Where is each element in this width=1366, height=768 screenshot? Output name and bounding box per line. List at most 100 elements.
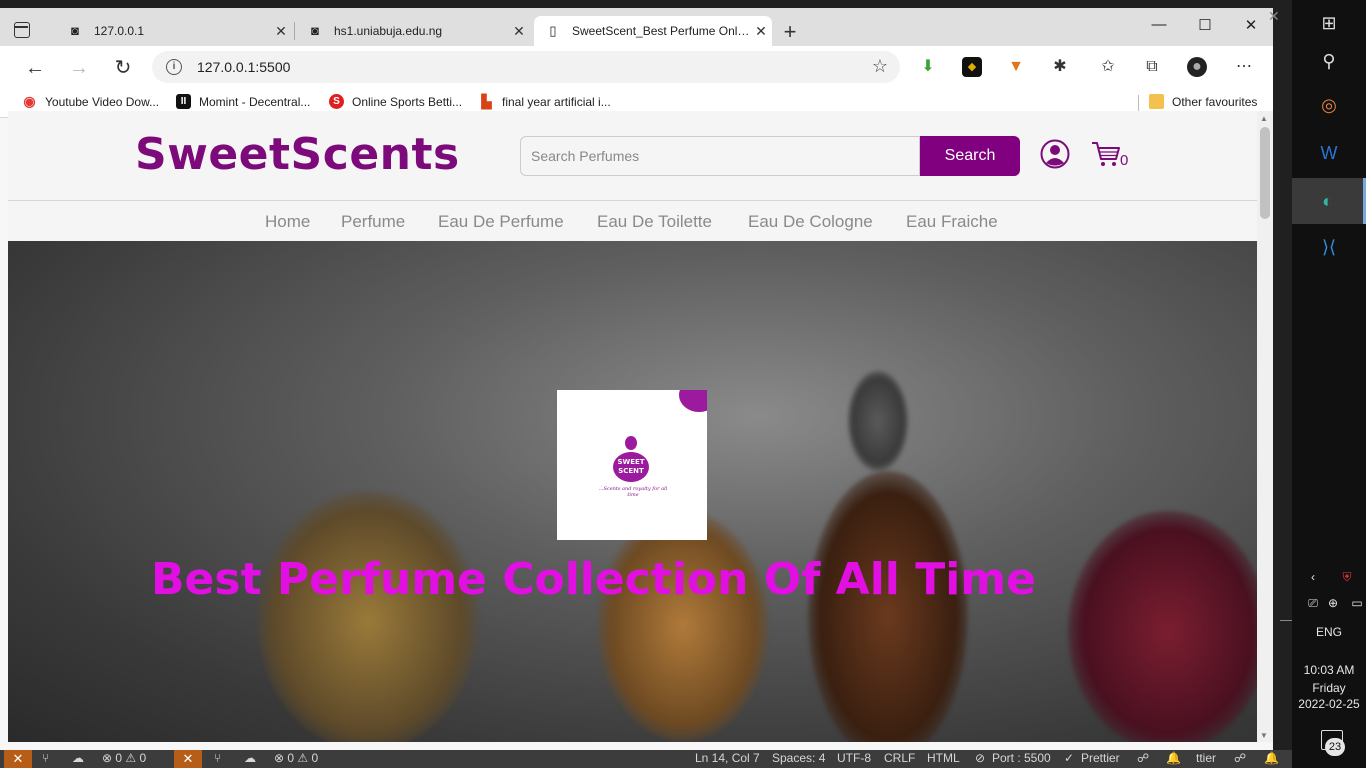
prettier-status[interactable]: Prettier — [1081, 751, 1120, 765]
site-logo[interactable]: SweetScents — [135, 129, 460, 180]
indentation[interactable]: Spaces: 4 — [772, 751, 825, 765]
git-branch-icon[interactable]: ⑂ — [214, 751, 221, 765]
tab-sweetscent[interactable]: ▯ SweetScent_Best Perfume Online ✕ — [534, 16, 772, 46]
prettier-status-truncated[interactable]: ttier — [1196, 751, 1216, 765]
security-shield-icon[interactable]: ⛨ — [1310, 570, 1366, 585]
bottle-red-image — [1068, 511, 1257, 742]
user-account-icon[interactable] — [1040, 139, 1070, 169]
input-language[interactable]: ENG — [1292, 625, 1366, 639]
close-icon[interactable]: ✕ — [270, 23, 292, 40]
forward-button[interactable]: → — [66, 55, 92, 81]
profile-avatar[interactable]: ● — [1187, 57, 1207, 77]
edge-app-icon[interactable]: ◐ — [1292, 178, 1366, 224]
metamask-icon[interactable]: ▼ — [1006, 57, 1026, 77]
side-divider — [1280, 620, 1292, 621]
bell-icon[interactable]: 🔔 — [1166, 751, 1181, 765]
cursor-position[interactable]: Ln 14, Col 7 — [695, 751, 760, 765]
bottle-cap-image — [848, 371, 908, 471]
favourite-label: Online Sports Betti... — [352, 94, 463, 109]
desktop-screen: ◙ 127.0.0.1 ✕ ◙ hs1.uniabuja.edu.ng ✕ ▯ … — [0, 0, 1366, 768]
site-info-icon[interactable]: i — [166, 59, 182, 75]
favourite-sports-betting[interactable]: S Online Sports Betti... — [329, 94, 462, 109]
cart-icon[interactable] — [1090, 139, 1122, 169]
tab-title: SweetScent_Best Perfume Online — [572, 24, 750, 38]
maximize-button[interactable]: ☐ — [1182, 16, 1228, 34]
bottle-amber-image — [258, 491, 478, 742]
git-branch-icon[interactable]: ⑂ — [42, 751, 49, 765]
close-icon[interactable]: ✕ — [750, 23, 772, 40]
add-favourite-icon[interactable]: ☆ — [872, 56, 888, 77]
more-menu-icon[interactable]: ⋯ — [1234, 57, 1254, 77]
search-icon[interactable]: ⚲ — [1292, 38, 1366, 84]
scroll-down-arrow[interactable]: ▼ — [1260, 731, 1268, 740]
address-url[interactable]: 127.0.0.1:5500 — [197, 59, 290, 75]
notification-count-badge: 23 — [1325, 738, 1345, 756]
tab-localhost[interactable]: ◙ 127.0.0.1 ✕ — [56, 16, 292, 46]
bell-icon[interactable]: 🔔 — [1264, 751, 1279, 765]
page-scrollbar[interactable]: ▲ ▼ — [1257, 111, 1273, 742]
refresh-button[interactable]: ↻ — [110, 55, 136, 81]
sync-icon[interactable]: ☁ — [72, 751, 84, 765]
vscode-status-bar: ✕ ⑂ ☁ ⊗ 0 ⚠ 0 ✕ ⑂ ☁ ⊗ 0 ⚠ 0 Ln 14, Col 7… — [0, 750, 1292, 768]
minimize-button[interactable]: — — [1136, 16, 1182, 33]
other-favourites-folder[interactable]: Other favourites — [1149, 94, 1257, 109]
favourite-final-year[interactable]: ▙ final year artificial i... — [479, 94, 611, 109]
page-icon: ▯ — [549, 23, 557, 38]
favourite-label: final year artificial i... — [502, 94, 611, 109]
nav-eau-de-cologne[interactable]: Eau De Cologne — [748, 212, 873, 232]
logo-tagline: ...Scents and royalty for all time — [598, 486, 668, 498]
close-icon[interactable]: ✕ — [508, 23, 530, 40]
vscode-app-icon[interactable]: ⟩⟨ — [1292, 224, 1366, 270]
nav-home[interactable]: Home — [265, 212, 310, 232]
check-icon: ✓ — [1064, 751, 1075, 765]
language-mode[interactable]: HTML — [927, 751, 960, 765]
favourite-label: Other favourites — [1172, 94, 1258, 109]
sync-icon[interactable]: ☁ — [244, 751, 256, 765]
nav-eau-de-perfume[interactable]: Eau De Perfume — [438, 212, 564, 232]
download-extension-icon[interactable]: ⬇ — [918, 57, 938, 77]
live-server-icon: ◙ — [311, 23, 319, 38]
hero-title: Best Perfume Collection Of All Time — [151, 554, 1036, 605]
nav-eau-fraiche[interactable]: Eau Fraiche — [906, 212, 998, 232]
feedback-icon[interactable]: ☍ — [1137, 751, 1149, 765]
collections-icon[interactable]: ⧉ — [1142, 57, 1162, 77]
logo-corner-decoration — [679, 390, 707, 412]
word-app-icon[interactable]: W — [1292, 130, 1366, 176]
remote-icon[interactable]: ✕ — [4, 750, 32, 768]
clock-date[interactable]: 2022-02-25 — [1292, 697, 1366, 711]
tab-divider — [294, 22, 295, 40]
wallet-extension-icon[interactable]: ◆ — [962, 57, 982, 77]
search-button[interactable]: Search — [920, 136, 1020, 176]
problems-indicator[interactable]: ⊗ 0 ⚠ 0 — [102, 751, 146, 765]
line-ending[interactable]: CRLF — [884, 751, 915, 765]
battery-icon[interactable]: ▭ — [1320, 596, 1366, 610]
address-bar[interactable]: i 127.0.0.1:5500 ☆ — [152, 51, 900, 83]
side-close-icon[interactable]: ✕ — [1268, 8, 1280, 25]
clock-time[interactable]: 10:03 AM — [1292, 663, 1366, 677]
sportybet-icon: S — [329, 94, 344, 109]
page-viewport: SweetScents Search 0 Home Perfume Eau De… — [8, 111, 1257, 742]
live-server-port[interactable]: Port : 5500 — [992, 751, 1051, 765]
site-header: SweetScents Search 0 — [8, 111, 1257, 201]
scroll-up-arrow[interactable]: ▲ — [1260, 114, 1268, 123]
back-button[interactable]: ← — [22, 55, 48, 81]
search-input[interactable] — [520, 136, 920, 176]
live-server-icon: ◙ — [71, 23, 79, 38]
logo-bottle-cap — [625, 436, 637, 450]
remote-icon[interactable]: ✕ — [174, 750, 202, 768]
tab-uniabuja[interactable]: ◙ hs1.uniabuja.edu.ng ✕ — [296, 16, 530, 46]
problems-indicator[interactable]: ⊗ 0 ⚠ 0 — [274, 751, 318, 765]
obs-app-icon[interactable]: ◎ — [1292, 82, 1366, 128]
favourite-youtube-downloader[interactable]: ◉ Youtube Video Dow... — [22, 94, 159, 109]
favourites-icon[interactable]: ✩ — [1098, 57, 1118, 77]
favourite-momint[interactable]: II Momint - Decentral... — [176, 94, 310, 109]
tab-actions-icon[interactable] — [14, 22, 30, 38]
nav-eau-de-toilette[interactable]: Eau De Toilette — [597, 212, 712, 232]
clock-day[interactable]: Friday — [1292, 681, 1366, 695]
scroll-thumb[interactable] — [1260, 127, 1270, 219]
new-tab-button[interactable]: + — [778, 19, 802, 45]
feedback-icon[interactable]: ☍ — [1234, 751, 1246, 765]
nav-perfume[interactable]: Perfume — [341, 212, 405, 232]
encoding[interactable]: UTF-8 — [837, 751, 871, 765]
extensions-icon[interactable]: ✱ — [1050, 57, 1070, 77]
